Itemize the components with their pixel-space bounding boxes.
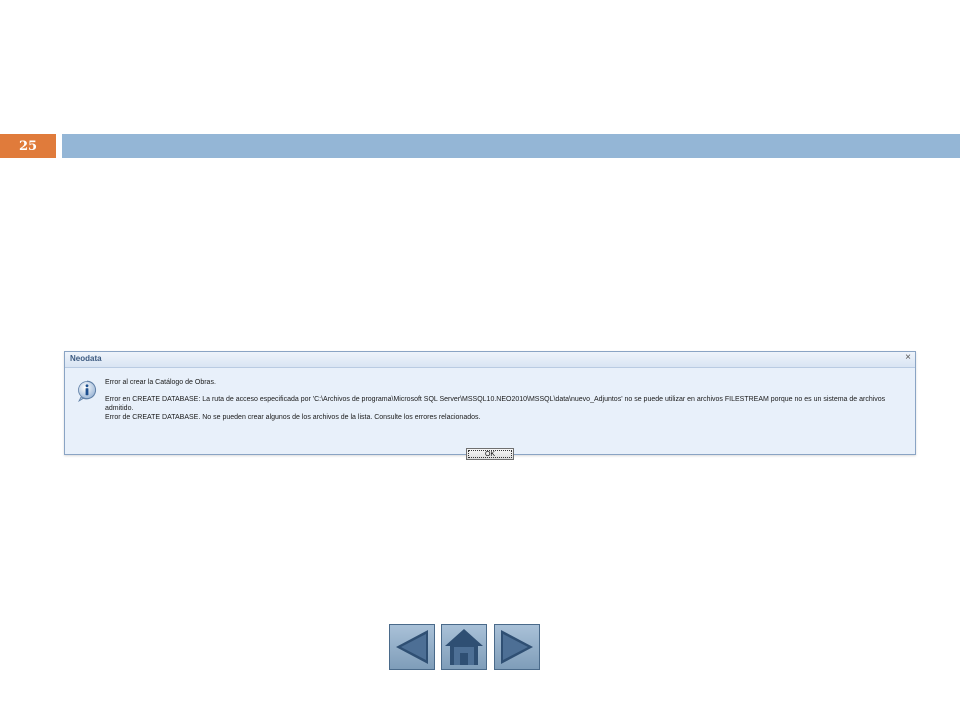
dialog-titlebar[interactable]: Neodata × [65,352,915,368]
message-line-1: Error al crear la Catálogo de Obras. [105,379,216,386]
home-button[interactable] [441,624,487,670]
ok-button[interactable]: OK [466,448,514,460]
slide-number: 25 [0,134,56,158]
dialog-message: Error al crear la Catálogo de Obras. Err… [105,378,907,422]
message-line-2: Error en CREATE DATABASE: La ruta de acc… [105,396,886,412]
left-arrow-icon [396,630,428,664]
dialog-title: Neodata [70,354,102,363]
previous-slide-button[interactable] [389,624,435,670]
error-dialog: Neodata × Error al crear la Catálogo de … [64,351,916,460]
info-icon [78,380,97,402]
message-line-3: Error de CREATE DATABASE. No se pueden c… [105,414,481,421]
dialog-body: Error al crear la Catálogo de Obras. Err… [65,368,915,460]
home-icon [445,629,483,665]
close-icon[interactable]: × [905,352,911,363]
right-arrow-icon [501,630,533,664]
slide-title-bar [62,134,960,158]
next-slide-button[interactable] [494,624,540,670]
